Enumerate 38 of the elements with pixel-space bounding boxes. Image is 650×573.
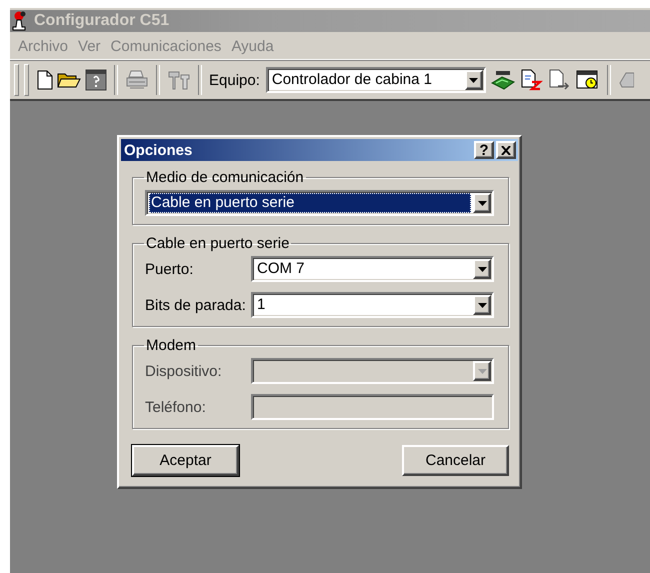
group-title: Medio de comunicación xyxy=(145,169,305,186)
dropdown-field[interactable]: 1 xyxy=(251,292,494,318)
dropdown-arrow-icon xyxy=(478,368,486,374)
field-label: Bits de parada: xyxy=(145,296,247,314)
field-label: Teléfono: xyxy=(145,398,207,416)
dropdown-button[interactable] xyxy=(464,70,483,90)
dropdown-field[interactable]: Controlador de cabina 1 xyxy=(266,67,486,93)
circuit-board-icon[interactable] xyxy=(490,69,516,91)
help-button[interactable]: ? xyxy=(474,141,494,159)
document-z-icon[interactable] xyxy=(520,69,544,91)
close-button[interactable] xyxy=(496,141,516,159)
dropdown-arrow-icon xyxy=(469,78,478,82)
dialog-button[interactable]: Cancelar xyxy=(402,445,509,476)
close-icon xyxy=(501,146,511,154)
document-arrow-icon[interactable] xyxy=(548,69,572,91)
field-label: Dispositivo: xyxy=(145,362,223,380)
dropdown-arrow-icon xyxy=(478,266,486,272)
dialog-button[interactable]: Aceptar xyxy=(132,445,239,476)
dropdown-arrow-icon xyxy=(478,302,486,308)
help-book-icon[interactable] xyxy=(85,69,107,91)
dropdown-button[interactable] xyxy=(473,193,491,213)
group-title: Modem xyxy=(145,337,198,354)
calendar-clock-icon[interactable] xyxy=(576,69,600,91)
dropdown-field[interactable]: COM 7 xyxy=(251,256,494,282)
window-title: Configurador C51 xyxy=(34,12,170,30)
group-title: Cable en puerto serie xyxy=(145,235,290,252)
dropdown-button[interactable] xyxy=(473,259,491,279)
equipo-label: Equipo: xyxy=(209,72,260,88)
dropdown-button[interactable] xyxy=(473,295,491,315)
printer-icon[interactable] xyxy=(125,70,149,90)
dropdown-arrow-icon xyxy=(478,200,486,206)
new-document-icon[interactable] xyxy=(37,70,53,90)
dialog-title: Opciones xyxy=(124,142,194,158)
folder-icon[interactable] xyxy=(57,71,81,89)
app-logo-icon xyxy=(12,11,28,31)
field-label: Puerto: xyxy=(145,260,194,278)
dropdown-field[interactable]: Cable en puerto serie xyxy=(145,190,494,216)
tools-icon[interactable] xyxy=(167,69,191,91)
